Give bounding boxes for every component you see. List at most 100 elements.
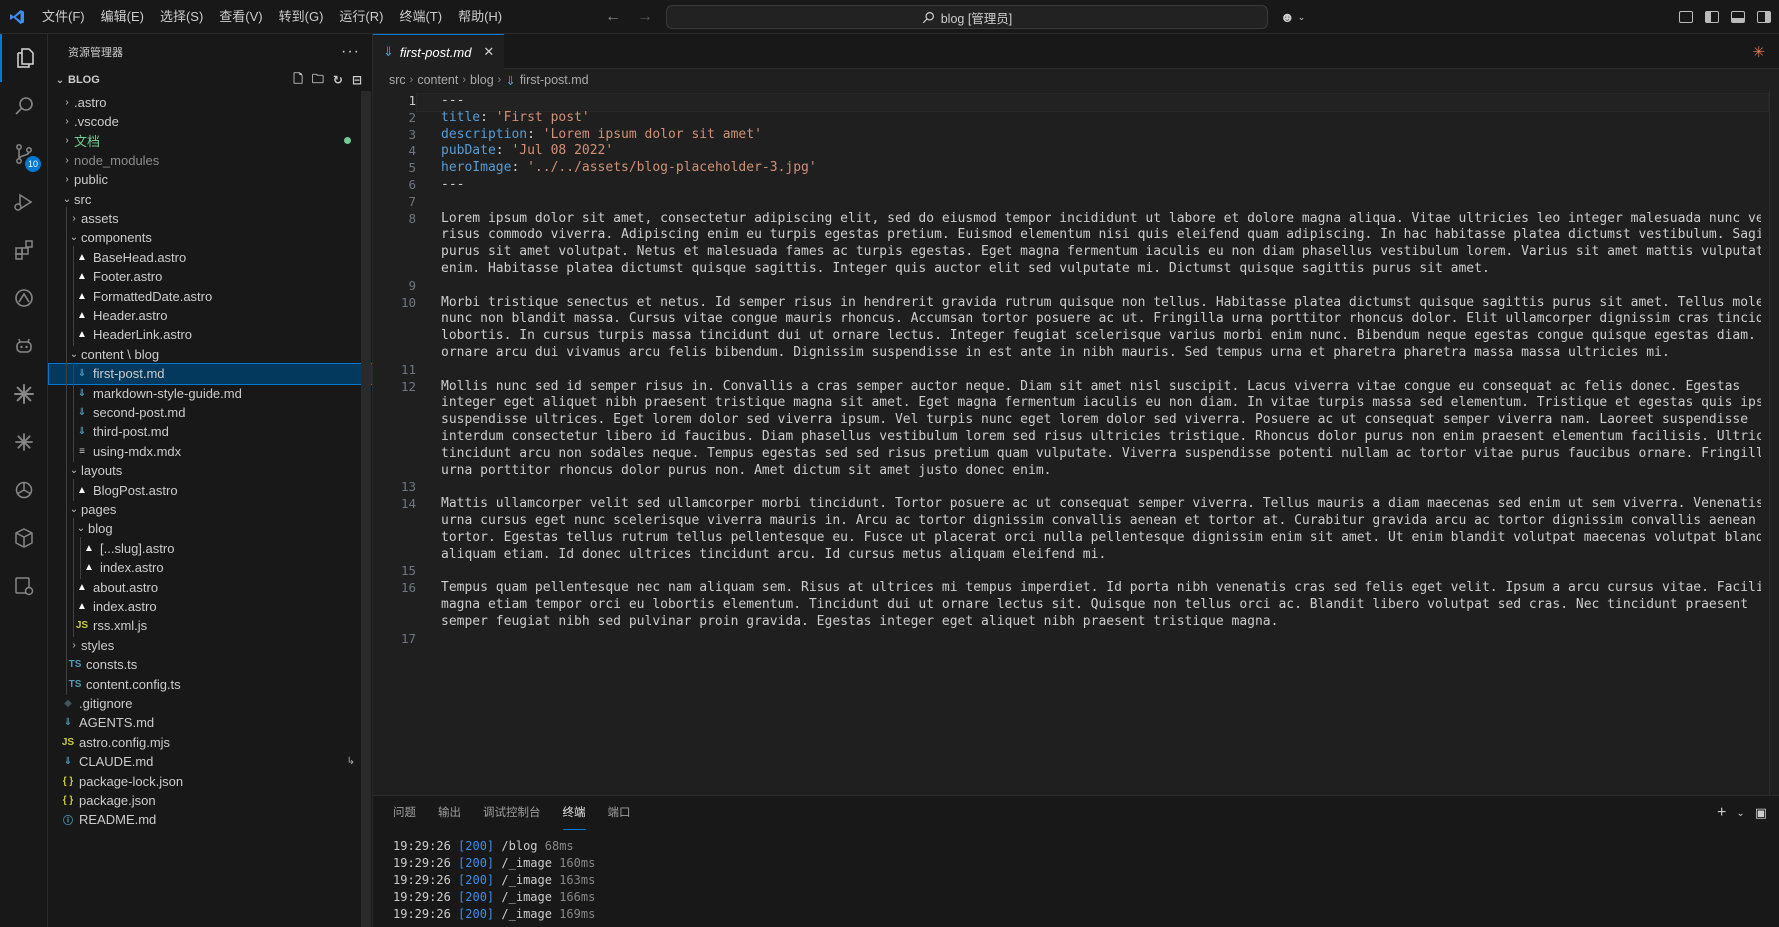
code-line[interactable]: 10 Morbi tristique senectus et netus. Id … — [373, 295, 1769, 362]
forward-arrow-icon[interactable]: → — [637, 8, 653, 26]
copilot-chat-icon[interactable] — [0, 322, 48, 370]
workspace-root[interactable]: ⌄ BLOG 🗋 🗀 ↻ ⊟ — [48, 69, 372, 91]
new-file-icon[interactable]: 🗋 — [293, 70, 303, 91]
info-file-icon: ⓘ — [63, 816, 73, 828]
terminal-path: /_image — [501, 873, 552, 887]
tree-item-label: Footer.astro — [93, 269, 163, 285]
close-icon[interactable]: ✕ — [483, 44, 494, 60]
line-number: 9 — [408, 277, 416, 293]
code-text: description: 'Lorem ipsum dolor sit amet… — [441, 127, 1761, 144]
menu-item-1[interactable]: 编辑(E) — [93, 0, 152, 34]
tree-item-label: content \ blog — [81, 346, 160, 362]
copilot-menu[interactable]: ☻ ⌄ — [1280, 0, 1305, 34]
terminal-line: 19:29:26 [200] /_image 160ms — [393, 855, 1779, 872]
source-control-icon[interactable]: 10 — [0, 130, 48, 178]
editor-scrollbar[interactable] — [1769, 91, 1779, 795]
toggle-secondary-sidebar-icon[interactable] — [1757, 11, 1771, 23]
breadcrumb-item[interactable]: blog — [470, 73, 494, 87]
workspace-root-label: BLOG — [68, 74, 100, 86]
code-line[interactable]: 2 title: 'First post' — [373, 110, 1769, 127]
markdown-file-icon: ⇓ — [77, 426, 87, 438]
code-line[interactable]: 5 heroImage: '../../assets/blog-placehold… — [373, 160, 1769, 177]
tree-item-label: using-mdx.mdx — [93, 443, 182, 459]
chevron-down-icon: ⌄ — [62, 193, 72, 205]
code-line[interactable]: 17 — [373, 631, 1769, 648]
tab-first-post[interactable]: ⇓ first-post.md ✕ — [373, 34, 505, 69]
code-text: risus commodo viverra. Adipiscing enim e… — [441, 227, 1761, 243]
typescript-file-icon: TS — [68, 678, 82, 690]
code-line[interactable]: 6 --- — [373, 177, 1769, 194]
breadcrumb-item[interactable]: content — [417, 73, 458, 87]
code-line[interactable]: 14 Mattis ullamcorper velit sed ullamcorp… — [373, 496, 1769, 563]
terminal-time: 19:29:26 — [393, 890, 451, 904]
code-text: nunc non blandit massa. Cursus vitae con… — [441, 311, 1761, 327]
code-line[interactable]: 11 — [373, 362, 1769, 379]
astro-file-icon: ▲ — [77, 484, 87, 496]
openai-icon[interactable] — [0, 466, 48, 514]
code-line[interactable]: 13 — [373, 479, 1769, 496]
code-line[interactable]: 1 --- — [373, 93, 1769, 112]
sidebar-scrollbar[interactable] — [361, 91, 371, 927]
menu-item-2[interactable]: 选择(S) — [152, 0, 211, 34]
tree-item-label: index.astro — [93, 598, 157, 614]
code-line[interactable]: 8 Lorem ipsum dolor sit amet, consectetur… — [373, 211, 1769, 278]
code-line[interactable]: 4 pubDate: 'Jul 08 2022' — [373, 143, 1769, 160]
toggle-panel-icon[interactable] — [1731, 11, 1745, 23]
panel-tab-0[interactable]: 问题 — [393, 796, 416, 830]
more-actions-icon[interactable]: ··· — [341, 43, 360, 61]
tree-item-label: [...slug].astro — [100, 540, 175, 556]
yaml-key: description — [441, 126, 528, 142]
chevron-down-icon: ⌄ — [76, 523, 86, 535]
terminal-output[interactable]: 19:29:26 [200] /blog 68ms 19:29:26 [200] … — [373, 830, 1779, 923]
menu-item-4[interactable]: 转到(G) — [271, 0, 332, 34]
menu-item-7[interactable]: 帮助(H) — [450, 0, 510, 34]
code-line[interactable]: 9 — [373, 278, 1769, 295]
extensions-icon[interactable] — [0, 226, 48, 274]
customize-layout-icon[interactable] — [1679, 11, 1693, 23]
menu-item-5[interactable]: 运行(R) — [331, 0, 391, 34]
terminal-duration: 160ms — [559, 856, 596, 870]
search-icon[interactable] — [0, 82, 48, 130]
remote-explorer-icon[interactable] — [0, 274, 48, 322]
explorer-icon[interactable] — [0, 34, 48, 82]
panel-tab-2[interactable]: 调试控制台 — [483, 796, 541, 830]
menu-item-6[interactable]: 终端(T) — [391, 0, 450, 34]
code-line[interactable]: 3 description: 'Lorem ipsum dolor sit ame… — [373, 127, 1769, 144]
toggle-primary-sidebar-icon[interactable] — [1705, 11, 1719, 23]
chevron-right-icon: › — [65, 115, 69, 127]
code-text: Mattis ullamcorper velit sed ullamcorper… — [441, 496, 1761, 512]
claude-action-icon[interactable]: ✳ — [1752, 43, 1765, 61]
run-debug-icon[interactable] — [0, 178, 48, 226]
panel-tab-3[interactable]: 终端 — [562, 796, 586, 830]
new-terminal-icon[interactable]: + — [1717, 804, 1726, 822]
tree-item-label: HeaderLink.astro — [93, 327, 192, 343]
chevron-down-icon[interactable]: ⌄ — [1736, 808, 1744, 819]
claude-icon[interactable] — [0, 370, 48, 418]
breadcrumb-item[interactable]: first-post.md — [520, 73, 589, 87]
package-icon[interactable] — [0, 514, 48, 562]
code-line[interactable]: 12 Mollis nunc sed id semper risus in. Co… — [373, 379, 1769, 480]
code-view[interactable]: 1 --- 2 title: 'First post' 3 description: 'L… — [373, 91, 1769, 795]
tree-file[interactable]: ⓘ README.md — [48, 809, 372, 831]
panel-tab-1[interactable]: 输出 — [438, 796, 461, 830]
terminal-icon[interactable]: ▣ — [1755, 805, 1767, 821]
yaml-string: 'First post' — [495, 109, 590, 125]
refresh-icon[interactable]: ↻ — [333, 73, 343, 87]
panel-tab-4[interactable]: 端口 — [608, 796, 631, 830]
vscode-logo-icon — [0, 0, 34, 34]
remote-settings-icon[interactable] — [0, 562, 48, 610]
code-line[interactable]: 7 — [373, 194, 1769, 211]
code-line[interactable]: 15 — [373, 563, 1769, 580]
back-arrow-icon[interactable]: ← — [605, 8, 621, 26]
explorer-actions: 🗋 🗀 ↻ ⊟ — [293, 69, 362, 91]
code-line[interactable]: 16 Tempus quam pellentesque nec nam aliqu… — [373, 580, 1769, 630]
breadcrumb-item[interactable]: src — [389, 73, 406, 87]
menu-item-0[interactable]: 文件(F) — [34, 0, 93, 34]
new-folder-icon[interactable]: 🗀 — [312, 70, 324, 91]
command-center-search[interactable]: blog [管理员] — [666, 5, 1268, 29]
menu-item-3[interactable]: 查看(V) — [211, 0, 270, 34]
code-text: --- — [441, 177, 1761, 194]
collapse-all-icon[interactable]: ⊟ — [352, 73, 362, 87]
claude-code-icon[interactable] — [0, 418, 48, 466]
line-number: 6 — [408, 177, 416, 192]
